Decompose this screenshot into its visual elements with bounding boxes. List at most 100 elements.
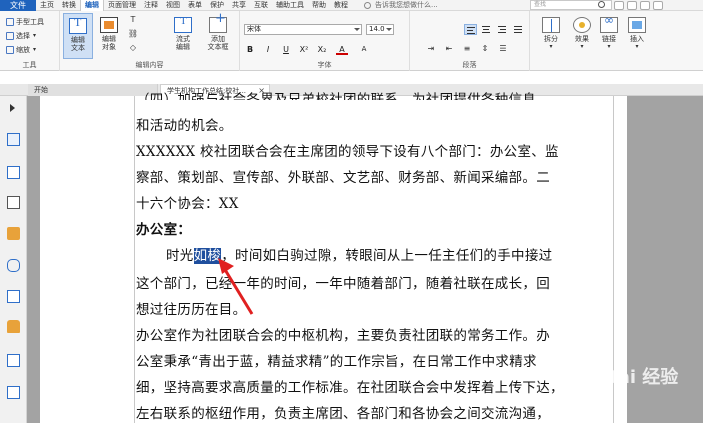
font-name-select[interactable]: 宋体 <box>244 24 362 35</box>
chevron-down-icon <box>354 28 360 31</box>
tell-me-text: 告诉我您想做什么... <box>375 1 438 9</box>
char-spacing-button[interactable]: A <box>358 44 370 55</box>
add-textbox-button[interactable]: 添加 文本框 <box>203 13 233 59</box>
attachment-icon[interactable] <box>7 259 20 272</box>
outdent-icon[interactable]: ⇤ <box>442 44 456 54</box>
cursor-icon <box>6 31 14 40</box>
menu-tutorial[interactable]: 教程 <box>330 0 352 11</box>
margin-guide <box>134 96 135 423</box>
signature-icon[interactable] <box>7 290 20 303</box>
insert-icon <box>628 17 646 33</box>
tools-group: 手型工具 选择 ▾ 缩放 ▾ 工具 <box>0 11 60 71</box>
red-arrow-annotation <box>218 258 254 315</box>
menu-share[interactable]: 共享 <box>228 0 250 11</box>
list-icon[interactable]: ☰ <box>496 44 510 54</box>
link-icon <box>600 16 618 33</box>
doc-line: 这个部门，已经一年的时间，一年中随着部门，随着社联在成长，回 <box>136 276 550 292</box>
menu-home[interactable]: 主页 <box>36 0 58 11</box>
superscript-button[interactable]: X² <box>298 44 310 55</box>
restore-icon[interactable] <box>653 1 663 10</box>
chevron-down-icon <box>386 28 392 31</box>
italic-button[interactable]: I <box>262 44 274 55</box>
search-icon[interactable] <box>598 1 605 8</box>
chevron-down-icon: ▾ <box>635 43 639 50</box>
expand-panel-icon[interactable] <box>10 104 15 112</box>
align-center-button[interactable] <box>480 24 493 35</box>
minimize-icon[interactable] <box>640 1 650 10</box>
window-controls <box>614 0 663 11</box>
settings-icon[interactable] <box>614 1 624 10</box>
file-menu[interactable]: 文件 <box>0 0 36 11</box>
watermark: Bai 经验 <box>604 367 679 388</box>
hand-icon <box>6 17 14 26</box>
chevron-down-icon: ▾ <box>33 32 37 39</box>
left-navigation-bar <box>0 96 27 423</box>
bookmark-icon[interactable] <box>7 133 20 146</box>
menu-comment[interactable]: 注释 <box>140 0 162 11</box>
menu-help[interactable]: 帮助 <box>308 0 330 11</box>
lock-icon[interactable] <box>7 320 20 333</box>
align-left-button[interactable] <box>464 24 477 35</box>
tools-group-label: 工具 <box>22 61 37 69</box>
account-icon[interactable] <box>627 1 637 10</box>
font-color-button[interactable]: A <box>336 44 348 55</box>
doc-line: 察部、策划部、宣传部、外联部、文艺部、财务部、新闻采编部。二 <box>136 170 550 186</box>
pages-icon[interactable] <box>7 166 20 179</box>
insert-button[interactable]: 插入 ▾ <box>622 13 652 59</box>
tools-icon[interactable] <box>7 386 20 399</box>
tell-me-box[interactable]: 告诉我您想做什么... <box>364 0 438 10</box>
doc-line: 细，坚持高要求高质量的工作标准。在社团联合会中发挥着上传下达， <box>136 380 564 396</box>
underline-button[interactable]: U <box>280 44 292 55</box>
line-spacing-icon[interactable]: ≡ <box>460 44 474 54</box>
edit-object-icon <box>100 17 118 33</box>
chevron-down-icon: ▾ <box>580 43 584 50</box>
comment-icon[interactable] <box>7 227 20 240</box>
form-icon[interactable] <box>7 354 20 367</box>
menu-connect[interactable]: 互联 <box>250 0 272 11</box>
zoom-tool[interactable]: 缩放 ▾ <box>6 44 36 55</box>
doc-line: 十六个协会：XX <box>136 196 239 212</box>
font-group: 宋体 14.0 B I U X² X₂ A A 字体 <box>240 11 410 71</box>
text-icon[interactable]: T <box>126 15 140 25</box>
menu-protect[interactable]: 保护 <box>206 0 228 11</box>
edit-content-group: 编辑 文本 编辑 对象 T ⛓ ◇ 流式 编辑 添加 文本框 编辑内容 <box>60 11 240 71</box>
edit-object-button[interactable]: 编辑 对象 <box>94 13 124 59</box>
doc-line: （四）加强与社会各界及兄弟校社团的联系，为社团提供各种信息 <box>136 92 537 100</box>
menu-form[interactable]: 表单 <box>184 0 206 11</box>
bold-button[interactable]: B <box>244 44 256 55</box>
subscript-button[interactable]: X₂ <box>316 44 328 55</box>
menu-view[interactable]: 视图 <box>162 0 184 11</box>
edit-text-button[interactable]: 编辑 文本 <box>63 13 93 59</box>
edit-text-icon <box>69 18 87 34</box>
chevron-down-icon: ▾ <box>33 46 37 53</box>
doc-line: XXXXXX 校社团联合会在主席团的领导下设有八个部门：办公室、监 <box>136 144 559 160</box>
link-button[interactable]: 链接 ▾ <box>594 13 624 59</box>
layers-icon[interactable] <box>7 196 20 209</box>
doc-line: 公室秉承“青出于蓝，精益求精”的工作宗旨，在日常工作中求精求 <box>136 354 537 370</box>
align-right-button[interactable] <box>496 24 509 35</box>
doc-line: 办公室作为社团联合会的中枢机构，主要负责社团联的常务工作。办 <box>136 328 550 344</box>
chevron-down-icon: ▾ <box>607 43 611 50</box>
paragraph-spacing-icon[interactable]: ⇕ <box>478 44 492 54</box>
justify-button[interactable] <box>512 24 525 35</box>
select-tool[interactable]: 选择 ▾ <box>6 30 36 41</box>
doc-line: 和活动的机会。 <box>136 118 233 134</box>
menu-edit[interactable]: 编辑 <box>80 0 104 11</box>
menu-convert[interactable]: 转换 <box>58 0 80 11</box>
effect-button[interactable]: 效果 ▾ <box>567 13 597 59</box>
link-icon[interactable]: ⛓ <box>126 29 140 39</box>
hand-tool[interactable]: 手型工具 <box>6 16 44 27</box>
add-textbox-icon <box>209 15 227 33</box>
lightbulb-icon <box>364 1 371 9</box>
flow-edit-button[interactable]: 流式 编辑 <box>168 13 198 59</box>
flow-edit-icon <box>174 17 192 33</box>
split-button[interactable]: 拆分 ▾ <box>536 13 566 59</box>
zoom-icon <box>6 45 14 54</box>
font-size-select[interactable]: 14.0 <box>366 24 394 35</box>
indent-icon[interactable]: ⇥ <box>424 44 438 54</box>
paragraph-group-label: 段落 <box>462 61 477 69</box>
effect-icon <box>573 17 591 33</box>
menu-accessibility[interactable]: 辅助工具 <box>272 0 308 11</box>
shape-icon[interactable]: ◇ <box>126 43 140 53</box>
menu-page-manage[interactable]: 页面管理 <box>104 0 140 11</box>
